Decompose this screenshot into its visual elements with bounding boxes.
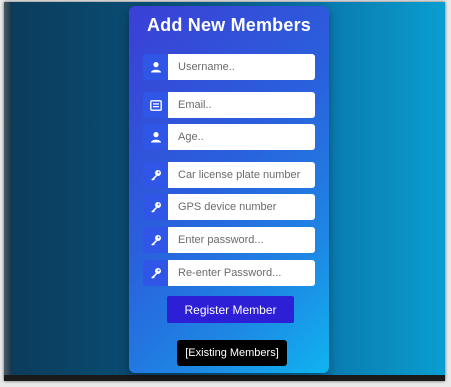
user-icon bbox=[143, 54, 168, 80]
license-plate-input[interactable]: Car license plate number bbox=[168, 162, 315, 188]
key-icon bbox=[143, 260, 168, 286]
app-window: Add New Members Username.. Email.. Age.. bbox=[4, 2, 445, 381]
password-confirm-field: Re-enter Password... bbox=[143, 260, 315, 286]
email-input[interactable]: Email.. bbox=[168, 92, 315, 118]
email-field: Email.. bbox=[143, 92, 315, 118]
key-icon bbox=[143, 227, 168, 253]
key-icon bbox=[143, 162, 168, 188]
username-input[interactable]: Username.. bbox=[168, 54, 315, 80]
gps-device-input[interactable]: GPS device number bbox=[168, 194, 315, 220]
bottom-edge bbox=[4, 375, 445, 381]
register-member-button[interactable]: Register Member bbox=[167, 296, 294, 323]
age-input[interactable]: Age.. bbox=[168, 124, 315, 150]
gps-device-field: GPS device number bbox=[143, 194, 315, 220]
password-input[interactable]: Enter password... bbox=[168, 227, 315, 253]
user-icon bbox=[143, 124, 168, 150]
envelope-icon bbox=[143, 92, 168, 118]
password-confirm-input[interactable]: Re-enter Password... bbox=[168, 260, 315, 286]
license-plate-field: Car license plate number bbox=[143, 162, 315, 188]
password-field: Enter password... bbox=[143, 227, 315, 253]
key-icon bbox=[143, 194, 168, 220]
username-field: Username.. bbox=[143, 54, 315, 80]
age-field: Age.. bbox=[143, 124, 315, 150]
form-title: Add New Members bbox=[146, 15, 312, 35]
existing-members-button[interactable]: [Existing Members] bbox=[177, 340, 287, 366]
left-edge bbox=[4, 2, 12, 381]
add-member-card: Add New Members Username.. Email.. Age.. bbox=[129, 6, 329, 373]
